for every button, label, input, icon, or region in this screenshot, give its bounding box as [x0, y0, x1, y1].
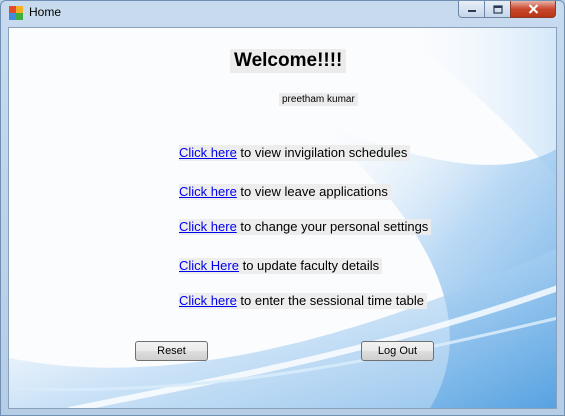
- main-window: Home Welcome!!!! preetham kumar Click he…: [0, 0, 565, 416]
- logout-button[interactable]: Log Out: [361, 341, 434, 361]
- faculty-details-link[interactable]: Click Here: [179, 258, 239, 273]
- invigilation-description: to view invigilation schedules: [236, 145, 408, 160]
- minimize-icon: [467, 10, 476, 12]
- personal-settings-link[interactable]: Click here: [179, 219, 237, 234]
- username-label: preetham kumar: [279, 93, 358, 106]
- close-button[interactable]: [510, 1, 556, 18]
- faculty-row: Click Here to update faculty details: [179, 258, 383, 274]
- invigilation-link[interactable]: Click here: [179, 145, 237, 160]
- window-title: Home: [29, 5, 62, 19]
- app-icon: [9, 6, 23, 20]
- leave-applications-link[interactable]: Click here: [179, 184, 237, 199]
- minimize-button[interactable]: [458, 1, 485, 18]
- form-client-area: Welcome!!!! preetham kumar Click here to…: [8, 27, 557, 409]
- title-bar[interactable]: Home: [1, 1, 564, 25]
- leave-row: Click here to view leave applications: [179, 184, 391, 200]
- timetable-description: to enter the sessional time table: [236, 293, 424, 308]
- timetable-row: Click here to enter the sessional time t…: [179, 293, 427, 309]
- maximize-button[interactable]: [484, 1, 511, 18]
- reset-button[interactable]: Reset: [135, 341, 208, 361]
- settings-description: to change your personal settings: [236, 219, 429, 234]
- faculty-description: to update faculty details: [238, 258, 380, 273]
- settings-row: Click here to change your personal setti…: [179, 219, 432, 235]
- invigilation-row: Click here to view invigilation schedule…: [179, 145, 411, 161]
- timetable-link[interactable]: Click here: [179, 293, 237, 308]
- maximize-icon: [492, 4, 503, 14]
- welcome-heading: Welcome!!!!: [230, 49, 347, 73]
- leave-description: to view leave applications: [236, 184, 388, 199]
- close-icon: [528, 4, 538, 14]
